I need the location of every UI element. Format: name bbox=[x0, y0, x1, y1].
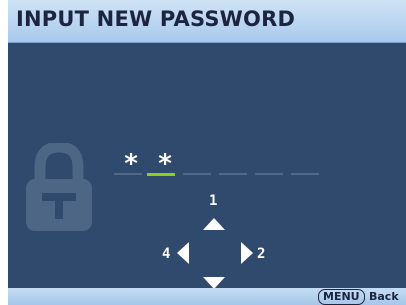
arrow-up-icon[interactable] bbox=[203, 218, 225, 230]
lock-icon bbox=[26, 143, 92, 231]
back-label[interactable]: Back bbox=[369, 290, 399, 304]
arrow-left-icon[interactable] bbox=[177, 242, 189, 264]
key-left-number: 4 bbox=[162, 246, 171, 262]
arrow-right-icon[interactable] bbox=[241, 242, 253, 264]
password-slot bbox=[291, 173, 319, 175]
password-slot bbox=[219, 173, 247, 175]
menu-key-badge[interactable]: MENU bbox=[318, 289, 365, 305]
footer-bar: MENU Back bbox=[8, 288, 406, 305]
dialog-title: INPUT NEW PASSWORD bbox=[16, 7, 296, 31]
password-slot bbox=[114, 173, 142, 175]
dialog-panel: * * 1 4 2 3 bbox=[8, 43, 406, 305]
key-right-number: 2 bbox=[257, 246, 266, 262]
password-slot bbox=[255, 173, 283, 175]
password-dialog: INPUT NEW PASSWORD * * 1 4 2 MENU Back bbox=[8, 0, 406, 305]
password-slot-active bbox=[147, 173, 175, 176]
title-bar: INPUT NEW PASSWORD bbox=[8, 0, 406, 43]
password-slot bbox=[183, 173, 211, 175]
key-up-number: 1 bbox=[209, 193, 218, 209]
